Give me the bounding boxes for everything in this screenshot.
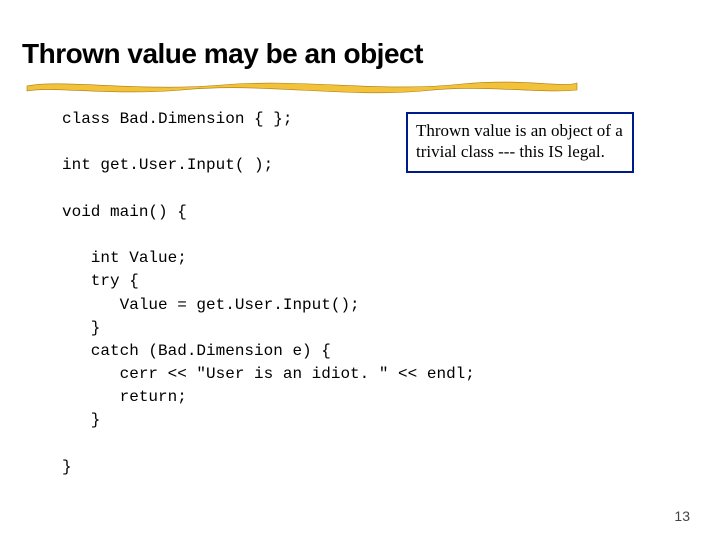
callout-note: Thrown value is an object of a trivial c… (406, 112, 634, 173)
page-number: 13 (674, 508, 690, 524)
slide-title-wrap: Thrown value may be an object (22, 38, 698, 70)
slide-title: Thrown value may be an object (22, 38, 698, 70)
title-underline (22, 76, 582, 96)
